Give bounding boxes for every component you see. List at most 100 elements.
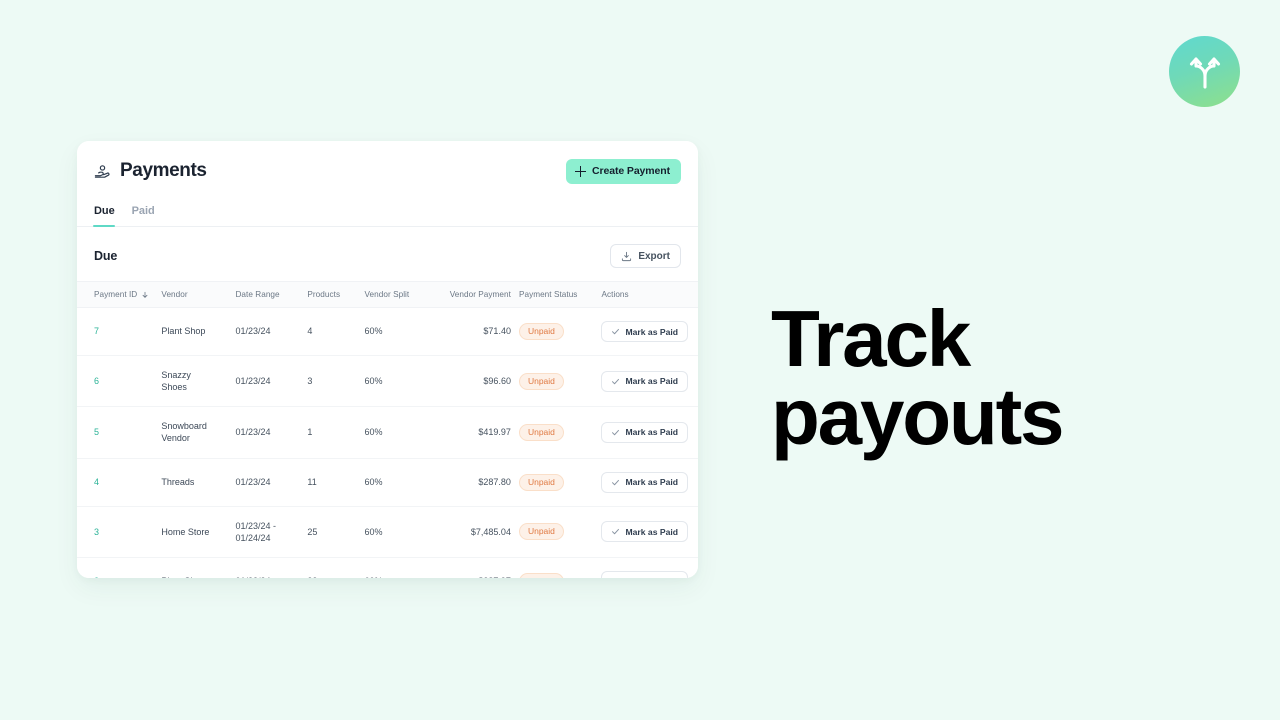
cell-products: 4 xyxy=(303,307,361,356)
status-badge: Unpaid xyxy=(518,473,564,491)
table-row: 3 Home Store 01/23/24 -01/24/24 25 60% $7,485… xyxy=(77,506,698,558)
cell-vendor: Snowboard Vendor xyxy=(157,406,232,459)
cell-vendor-payment: $387.97 xyxy=(432,557,515,578)
cell-actions: Mark as Paid xyxy=(597,355,698,408)
status-badge: Unpaid xyxy=(518,523,564,541)
table-body: 7 Plant Shop 01/23/24 4 60% $71.40 Unpaid Mark … xyxy=(77,307,698,578)
headline-line-1: Track xyxy=(771,294,971,383)
table-row: 6 Snazzy Shoes 01/23/24 3 60% $96.60 Unpaid Mark… xyxy=(77,355,698,408)
cell-vendor: Home Store xyxy=(157,506,232,558)
cell-products: 1 xyxy=(303,406,361,459)
cell-vendor-payment: $419.97 xyxy=(432,406,515,459)
cell-date-range: 01/23/24 xyxy=(231,557,304,578)
cell-payment-status: Unpaid xyxy=(514,557,598,578)
marketing-headline: Track payouts xyxy=(771,299,1191,458)
tab-bar: Due Paid xyxy=(77,205,698,227)
cell-payment-id[interactable]: 2 xyxy=(77,557,158,578)
col-vendor-payment[interactable]: Vendor Payment xyxy=(432,282,515,308)
cell-actions: Mark as Paid xyxy=(597,458,698,507)
col-date-range[interactable]: Date Range xyxy=(231,282,304,308)
cell-date-range: 01/23/24 xyxy=(231,458,304,507)
mark-as-paid-button[interactable]: Mark as Paid xyxy=(601,421,689,443)
check-icon xyxy=(611,377,620,386)
check-icon xyxy=(611,428,620,437)
mark-as-paid-label: Mark as Paid xyxy=(625,376,679,387)
mark-as-paid-button[interactable]: Mark as Paid xyxy=(601,570,689,578)
table-header-row: Payment ID Vendor Date Range Products Ve… xyxy=(77,282,698,308)
cell-vendor-split: 60% xyxy=(360,307,433,356)
cell-products: 23 xyxy=(303,557,361,578)
col-payment-id[interactable]: Payment ID xyxy=(77,282,158,308)
cell-payment-status: Unpaid xyxy=(514,355,598,408)
mark-as-paid-button[interactable]: Mark as Paid xyxy=(601,370,689,392)
cell-vendor-payment: $71.40 xyxy=(432,307,515,356)
cell-payment-id[interactable]: 6 xyxy=(77,355,158,408)
status-badge: Unpaid xyxy=(518,323,564,340)
page-title: Payments xyxy=(120,160,207,181)
create-payment-button[interactable]: Create Payment xyxy=(566,158,681,184)
mark-as-paid-button[interactable]: Mark as Paid xyxy=(601,521,689,543)
cell-date-range: 01/23/24 -01/24/24 xyxy=(231,506,304,558)
due-table-section: Due Export Payment ID Vendor Date Range … xyxy=(77,227,698,578)
sort-desc-arrow-icon xyxy=(141,291,149,299)
cell-actions: Mark as Paid xyxy=(597,557,698,578)
cell-products: 25 xyxy=(303,506,361,558)
cell-actions: Mark as Paid xyxy=(597,307,698,356)
check-icon xyxy=(611,577,620,578)
cell-payment-id[interactable]: 4 xyxy=(77,458,158,507)
status-badge: Unpaid xyxy=(518,423,564,441)
create-payment-label: Create Payment xyxy=(592,165,670,177)
check-icon xyxy=(611,527,620,536)
cell-vendor: Threads xyxy=(157,458,232,507)
check-icon xyxy=(611,327,620,336)
col-actions: Actions xyxy=(597,282,698,308)
tab-paid[interactable]: Paid xyxy=(132,205,164,226)
mark-as-paid-label: Mark as Paid xyxy=(625,526,679,537)
table-row: 4 Threads 01/23/24 11 60% $287.80 Unpaid Mark a… xyxy=(77,458,698,507)
cell-products: 3 xyxy=(303,355,361,408)
page-title-group: Payments xyxy=(94,160,207,182)
mark-as-paid-label: Mark as Paid xyxy=(625,477,679,488)
mark-as-paid-button[interactable]: Mark as Paid xyxy=(601,471,689,493)
cell-vendor-payment: $287.80 xyxy=(432,458,515,507)
col-payment-id-label: Payment ID xyxy=(94,290,138,299)
cell-vendor-payment: $96.60 xyxy=(432,355,515,408)
cell-products: 11 xyxy=(303,458,361,507)
mark-as-paid-label: Mark as Paid xyxy=(625,576,678,578)
cell-vendor: Snazzy Shoes xyxy=(157,355,232,408)
check-icon xyxy=(611,478,620,487)
tab-due[interactable]: Due xyxy=(93,205,124,227)
col-products[interactable]: Products xyxy=(303,282,361,308)
cell-actions: Mark as Paid xyxy=(597,506,698,558)
col-vendor-split[interactable]: Vendor Split xyxy=(360,282,433,308)
brand-logo xyxy=(1169,36,1240,107)
split-arrows-icon xyxy=(1185,52,1225,92)
cell-vendor-payment: $7,485.04 xyxy=(432,506,515,558)
cell-payment-id[interactable]: 3 xyxy=(77,506,158,558)
section-header: Due Export xyxy=(77,227,698,282)
cell-payment-status: Unpaid xyxy=(514,406,598,459)
mark-as-paid-button[interactable]: Mark as Paid xyxy=(601,321,689,342)
mark-as-paid-label: Mark as Paid xyxy=(625,427,679,438)
status-badge: Unpaid xyxy=(518,572,564,578)
cell-actions: Mark as Paid xyxy=(597,406,698,459)
cell-payment-status: Unpaid xyxy=(514,458,598,507)
section-title: Due xyxy=(94,249,118,263)
col-payment-status[interactable]: Payment Status xyxy=(514,282,598,308)
status-badge: Unpaid xyxy=(518,372,564,390)
table-row: 7 Plant Shop 01/23/24 4 60% $71.40 Unpaid Mark … xyxy=(77,307,698,356)
cell-vendor-split: 60% xyxy=(360,406,433,459)
cell-vendor-split: 60% xyxy=(360,458,433,507)
export-button[interactable]: Export xyxy=(610,244,681,268)
plus-icon xyxy=(575,165,587,177)
col-vendor[interactable]: Vendor xyxy=(157,282,232,308)
export-label: Export xyxy=(638,250,670,262)
cell-vendor-split: 60% xyxy=(360,557,433,578)
cell-payment-id[interactable]: 5 xyxy=(77,406,158,459)
hand-holding-coin-icon xyxy=(94,163,111,180)
cell-payment-id[interactable]: 7 xyxy=(77,307,158,356)
cell-date-range: 01/23/24 xyxy=(231,406,304,459)
cell-date-range: 01/23/24 xyxy=(231,307,304,356)
cell-payment-status: Unpaid xyxy=(514,307,598,356)
table-row: 2Plant Shop01/23/242360%$387.97Unpaid Mar… xyxy=(77,557,698,578)
